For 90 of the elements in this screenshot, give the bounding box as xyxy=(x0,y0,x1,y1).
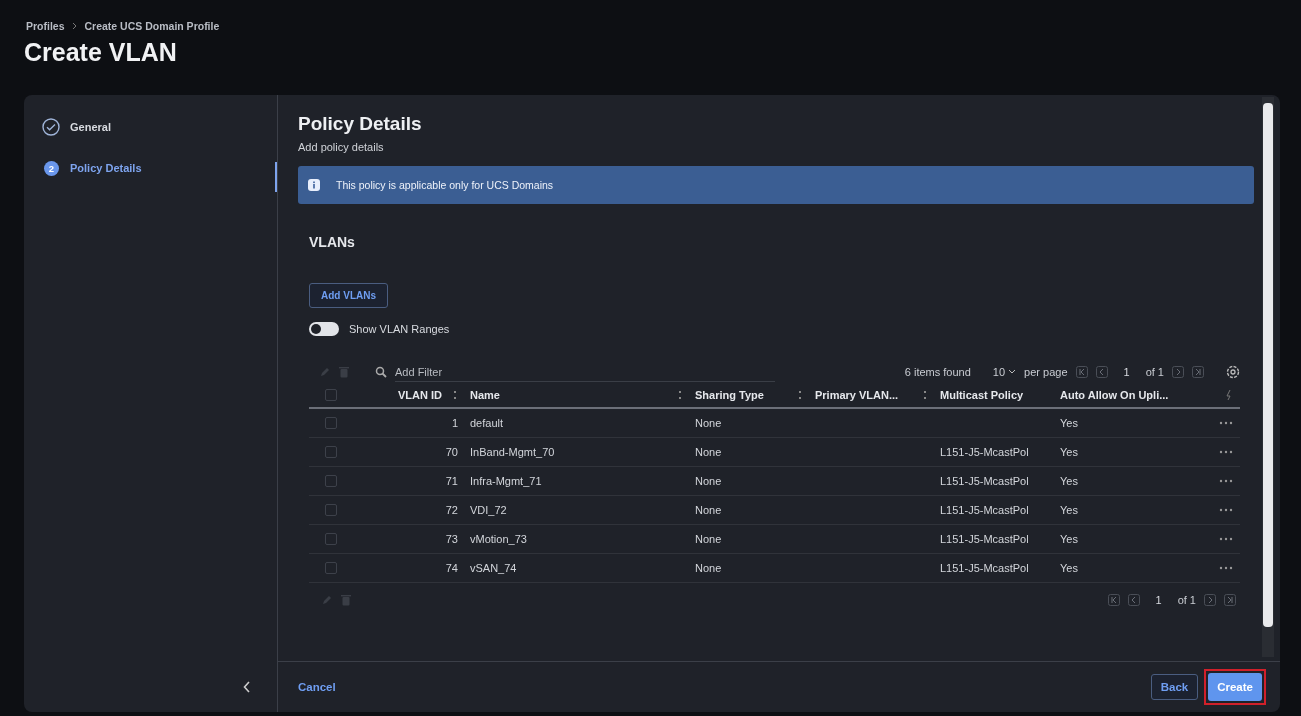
wizard-step[interactable]: General xyxy=(42,117,277,137)
sort-icon[interactable] xyxy=(677,390,683,400)
table-cell: InBand-Mgmt_70 xyxy=(470,446,555,458)
table-cell: L151-J5-McastPol xyxy=(940,504,1029,516)
table-cell: 73 xyxy=(445,533,458,545)
table-cell: 72 xyxy=(445,504,458,516)
table-cell: L151-J5-McastPol xyxy=(940,562,1029,574)
column-header[interactable]: Name xyxy=(470,389,500,401)
filter-field[interactable]: Add Filter xyxy=(395,362,775,382)
sort-icon[interactable] xyxy=(922,390,928,400)
first-page-icon[interactable] xyxy=(1075,366,1088,378)
collapse-icon[interactable] xyxy=(243,681,251,693)
more-icon[interactable] xyxy=(1219,537,1233,541)
table-cell: Yes xyxy=(1060,475,1078,487)
add-vlans-button[interactable]: Add VLANs xyxy=(309,283,388,308)
breadcrumb-link[interactable]: Create UCS Domain Profile xyxy=(84,20,220,32)
table-cell: Yes xyxy=(1060,504,1078,516)
section-subtitle: Add policy details xyxy=(298,141,385,153)
table-cell: None xyxy=(695,562,722,574)
sort-icon[interactable] xyxy=(452,390,458,400)
table-cell: Yes xyxy=(1060,562,1078,574)
next-page-icon[interactable] xyxy=(1204,594,1216,606)
sort-icon[interactable] xyxy=(797,390,803,400)
page-count: of 1 xyxy=(1177,594,1196,606)
more-icon[interactable] xyxy=(1219,566,1233,570)
column-header[interactable]: VLAN ID xyxy=(398,389,442,401)
column-header[interactable]: Primary VLAN... xyxy=(815,389,899,401)
row-checkbox[interactable] xyxy=(325,475,337,487)
breadcrumb-link[interactable]: Profiles xyxy=(26,20,65,32)
table-cell: 74 xyxy=(445,562,458,574)
row-checkbox[interactable] xyxy=(325,562,337,574)
info-icon xyxy=(308,179,320,191)
more-icon[interactable] xyxy=(1219,450,1233,454)
table-cell: None xyxy=(695,533,722,545)
column-header[interactable]: Auto Allow On Upli... xyxy=(1060,389,1169,401)
toggle-label: Show VLAN Ranges xyxy=(349,323,450,335)
column-header[interactable]: Multicast Policy xyxy=(940,389,1024,401)
table-cell: Yes xyxy=(1060,533,1078,545)
caret-icon xyxy=(1008,369,1017,375)
row-checkbox[interactable] xyxy=(325,533,337,545)
scrollbar[interactable] xyxy=(1262,97,1274,657)
table-cell: Yes xyxy=(1060,446,1078,458)
select-all-checkbox[interactable] xyxy=(325,389,337,401)
section-title: Policy Details xyxy=(298,113,423,135)
previous-page-icon[interactable] xyxy=(1127,594,1140,606)
table-cell: L151-J5-McastPol xyxy=(940,446,1029,458)
chevron-icon xyxy=(70,20,79,32)
page-number-field[interactable]: 1 xyxy=(1121,366,1132,378)
more-icon[interactable] xyxy=(1219,421,1233,425)
table-cell: default xyxy=(470,417,504,429)
table-cell: L151-J5-McastPol xyxy=(940,475,1029,487)
row-checkbox[interactable] xyxy=(325,417,337,429)
table-cell: 71 xyxy=(445,475,458,487)
previous-page-icon[interactable] xyxy=(1095,366,1108,378)
last-page-icon[interactable] xyxy=(1224,594,1236,606)
table-cell: Yes xyxy=(1060,417,1078,429)
first-page-icon[interactable] xyxy=(1107,594,1120,606)
next-page-icon[interactable] xyxy=(1172,366,1184,378)
cancel-button[interactable]: Cancel xyxy=(298,681,336,693)
table-cell: Infra-Mgmt_71 xyxy=(470,475,542,487)
more-icon[interactable] xyxy=(1219,479,1233,483)
last-page-icon[interactable] xyxy=(1192,366,1204,378)
row-checkbox[interactable] xyxy=(325,504,337,516)
table-cell: None xyxy=(695,475,722,487)
vlans-heading: VLANs xyxy=(309,234,356,250)
toggle-switch[interactable] xyxy=(309,322,339,336)
back-button[interactable]: Back xyxy=(1150,674,1199,700)
table-cell: None xyxy=(695,446,722,458)
settings-icon[interactable] xyxy=(1226,365,1240,379)
per-page-select[interactable]: 10 xyxy=(992,366,1017,378)
items-count: 6 items found xyxy=(904,366,971,378)
page-number-field[interactable]: 1 xyxy=(1153,594,1164,606)
table-cell: L151-J5-McastPol xyxy=(940,533,1029,545)
table-cell: None xyxy=(695,417,722,429)
row-checkbox[interactable] xyxy=(325,446,337,458)
search-icon xyxy=(375,366,387,378)
more-icon[interactable] xyxy=(1219,508,1233,512)
step-number: 2 xyxy=(44,160,59,176)
banner-text: This policy is applicable only for UCS Domains xyxy=(336,179,554,191)
column-header[interactable]: Sharing Type xyxy=(695,389,764,401)
page-count: of 1 xyxy=(1145,366,1164,378)
table-cell: vSAN_74 xyxy=(470,562,517,574)
page-title: Create VLAN xyxy=(24,38,178,67)
check-circle-icon xyxy=(42,118,60,136)
table-cell: vMotion_73 xyxy=(470,533,527,545)
table-cell: 1 xyxy=(451,417,458,429)
table-cell: VDI_72 xyxy=(470,504,507,516)
table-cell: 70 xyxy=(445,446,458,458)
table-cell: None xyxy=(695,504,722,516)
per-page-label: per page xyxy=(1024,366,1068,378)
